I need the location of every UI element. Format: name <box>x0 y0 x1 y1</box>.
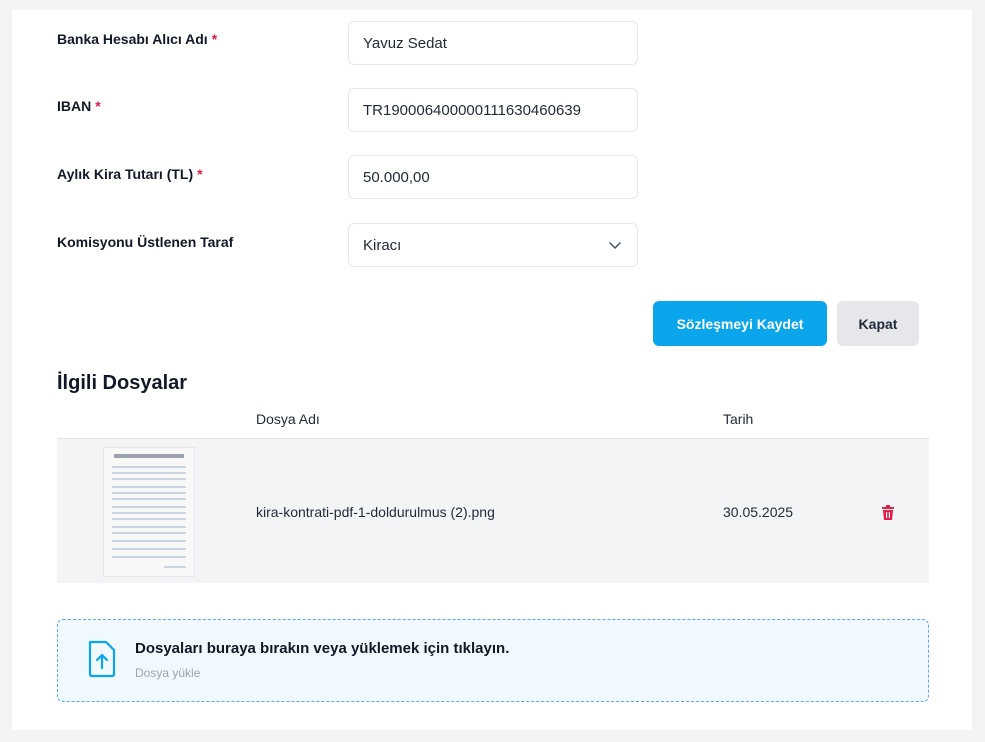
recipient-name-value: Yavuz Sedat <box>363 34 447 52</box>
commission-select[interactable]: Kiracı <box>348 223 638 267</box>
files-section-title: İlgili Dosyalar <box>57 372 188 394</box>
iban-value: TR190006400000111630460639 <box>363 101 581 119</box>
file-date: 30.05.2025 <box>723 504 794 520</box>
rent-amount-input[interactable]: 50.000,00 <box>348 155 638 199</box>
iban-input[interactable]: TR190006400000111630460639 <box>348 88 638 132</box>
commission-selected-value: Kiracı <box>363 236 402 254</box>
column-header-filename: Dosya Adı <box>256 411 320 427</box>
column-header-date: Tarih <box>723 411 754 427</box>
commission-label: Komisyonu Üstlenen Taraf <box>57 234 234 250</box>
trash-icon[interactable] <box>881 505 895 520</box>
chevron-down-icon <box>609 242 621 249</box>
file-thumbnail[interactable] <box>103 447 195 577</box>
file-name: kira-kontrati-pdf-1-doldurulmus (2).png <box>256 504 495 520</box>
recipient-label: Banka Hesabı Alıcı Adı * <box>57 31 218 47</box>
dropzone-subtitle: Dosya yükle <box>135 666 201 680</box>
rent-label: Aylık Kira Tutarı (TL) * <box>57 166 203 182</box>
required-mark: * <box>95 98 101 114</box>
file-upload-icon <box>88 640 116 678</box>
required-mark: * <box>197 166 203 182</box>
required-mark: * <box>211 31 218 47</box>
save-contract-button[interactable]: Sözleşmeyi Kaydet <box>653 301 827 346</box>
rent-amount-value: 50.000,00 <box>363 168 430 186</box>
file-dropzone[interactable]: Dosyaları buraya bırakın veya yüklemek i… <box>57 619 929 702</box>
iban-label: IBAN * <box>57 98 101 114</box>
dropzone-title: Dosyaları buraya bırakın veya yüklemek i… <box>135 640 510 657</box>
table-row: kira-kontrati-pdf-1-doldurulmus (2).png … <box>57 438 929 583</box>
close-button[interactable]: Kapat <box>837 301 919 346</box>
recipient-name-input[interactable]: Yavuz Sedat <box>348 21 638 65</box>
